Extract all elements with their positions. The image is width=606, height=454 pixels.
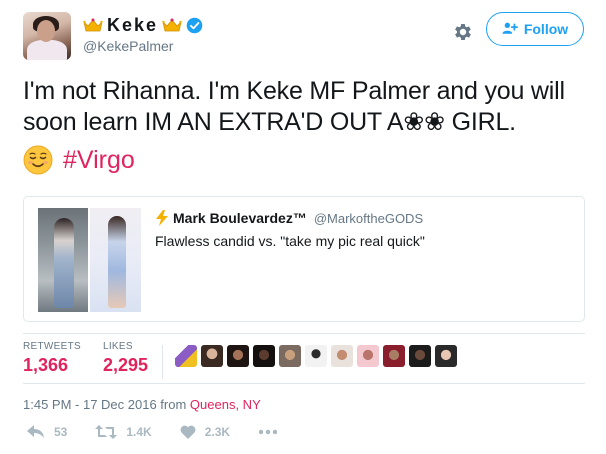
quoted-author-name[interactable]: Mark Boulevardez™ [173, 210, 307, 226]
crown-icon [83, 18, 103, 32]
location-link[interactable]: Queens, NY [190, 397, 261, 412]
add-user-icon [502, 21, 518, 38]
liker-avatar[interactable] [227, 345, 250, 367]
retweet-count: 1.4K [126, 425, 152, 439]
tweet-stats: RETWEETS 1,366 LIKES 2,295 [23, 341, 458, 379]
reply-action[interactable]: 53 [27, 425, 67, 439]
quoted-tweet-text: Flawless candid vs. "take my pic real qu… [155, 233, 425, 249]
liker-avatar[interactable] [279, 345, 302, 367]
retweet-icon [95, 425, 118, 439]
tweet-text: I'm not Rihanna. I'm Keke MF Palmer and … [23, 77, 565, 136]
more-dots-icon [258, 429, 278, 435]
display-name-row: Keke [83, 14, 203, 36]
divider [23, 333, 585, 334]
quoted-photo-candid[interactable] [38, 208, 88, 312]
retweet-action[interactable]: 1.4K [95, 425, 152, 439]
liker-avatar[interactable] [409, 345, 432, 367]
heart-icon [180, 425, 196, 439]
liker-avatar[interactable] [201, 345, 224, 367]
liker-avatar[interactable] [305, 345, 328, 367]
emoji-hashtag-row: #Virgo [23, 143, 135, 177]
quoted-tweet-media[interactable] [38, 208, 141, 312]
tweet-header: Keke @KekePalmer Follow [23, 12, 584, 62]
author-names: Keke @KekePalmer [83, 14, 203, 54]
likes-stat[interactable]: LIKES 2,295 [103, 341, 148, 379]
liker-avatar[interactable] [357, 345, 380, 367]
follow-button[interactable]: Follow [486, 12, 584, 46]
stats-separator [162, 345, 164, 379]
lightning-bolt-icon [155, 210, 169, 226]
quoted-photo-posed[interactable] [90, 208, 141, 312]
liker-avatar[interactable] [435, 345, 458, 367]
hashtag-link[interactable]: #Virgo [63, 146, 135, 175]
like-action[interactable]: 2.3K [180, 425, 230, 439]
follow-button-label: Follow [523, 21, 569, 37]
liker-avatar[interactable] [383, 345, 406, 367]
author-display-name[interactable]: Keke [107, 15, 158, 36]
crown-icon [162, 18, 182, 32]
quoted-author-row: Mark Boulevardez™ @MarkoftheGODS [155, 210, 423, 226]
quoted-author-handle[interactable]: @MarkoftheGODS [314, 211, 423, 226]
liker-avatar[interactable] [253, 345, 276, 367]
like-count: 2.3K [204, 425, 231, 439]
likes-label: LIKES [102, 341, 133, 352]
liker-avatars [175, 345, 458, 379]
retweets-count: 1,366 [23, 355, 69, 375]
liker-avatar[interactable] [331, 345, 354, 367]
divider [23, 383, 585, 384]
author-avatar[interactable] [23, 12, 71, 60]
relieved-face-icon [23, 145, 53, 175]
liker-avatar[interactable] [175, 345, 198, 367]
tweet-actions: 53 1.4K 2.3K [27, 425, 306, 439]
retweets-label: RETWEETS [23, 341, 81, 352]
reply-icon [27, 425, 45, 439]
reply-count: 53 [54, 425, 68, 439]
gear-icon[interactable] [452, 21, 474, 43]
verified-badge-icon [186, 17, 203, 34]
more-action[interactable] [258, 429, 278, 435]
quoted-tweet-card[interactable]: Mark Boulevardez™ @MarkoftheGODS Flawles… [23, 196, 585, 322]
likes-count: 2,295 [102, 355, 149, 375]
tweet-timestamp: 1:45 PM - 17 Dec 2016 from Queens, NY [23, 397, 261, 412]
author-handle[interactable]: @KekePalmer [83, 38, 203, 54]
timestamp-text[interactable]: 1:45 PM - 17 Dec 2016 from [23, 397, 190, 412]
retweets-stat[interactable]: RETWEETS 1,366 [23, 341, 81, 379]
